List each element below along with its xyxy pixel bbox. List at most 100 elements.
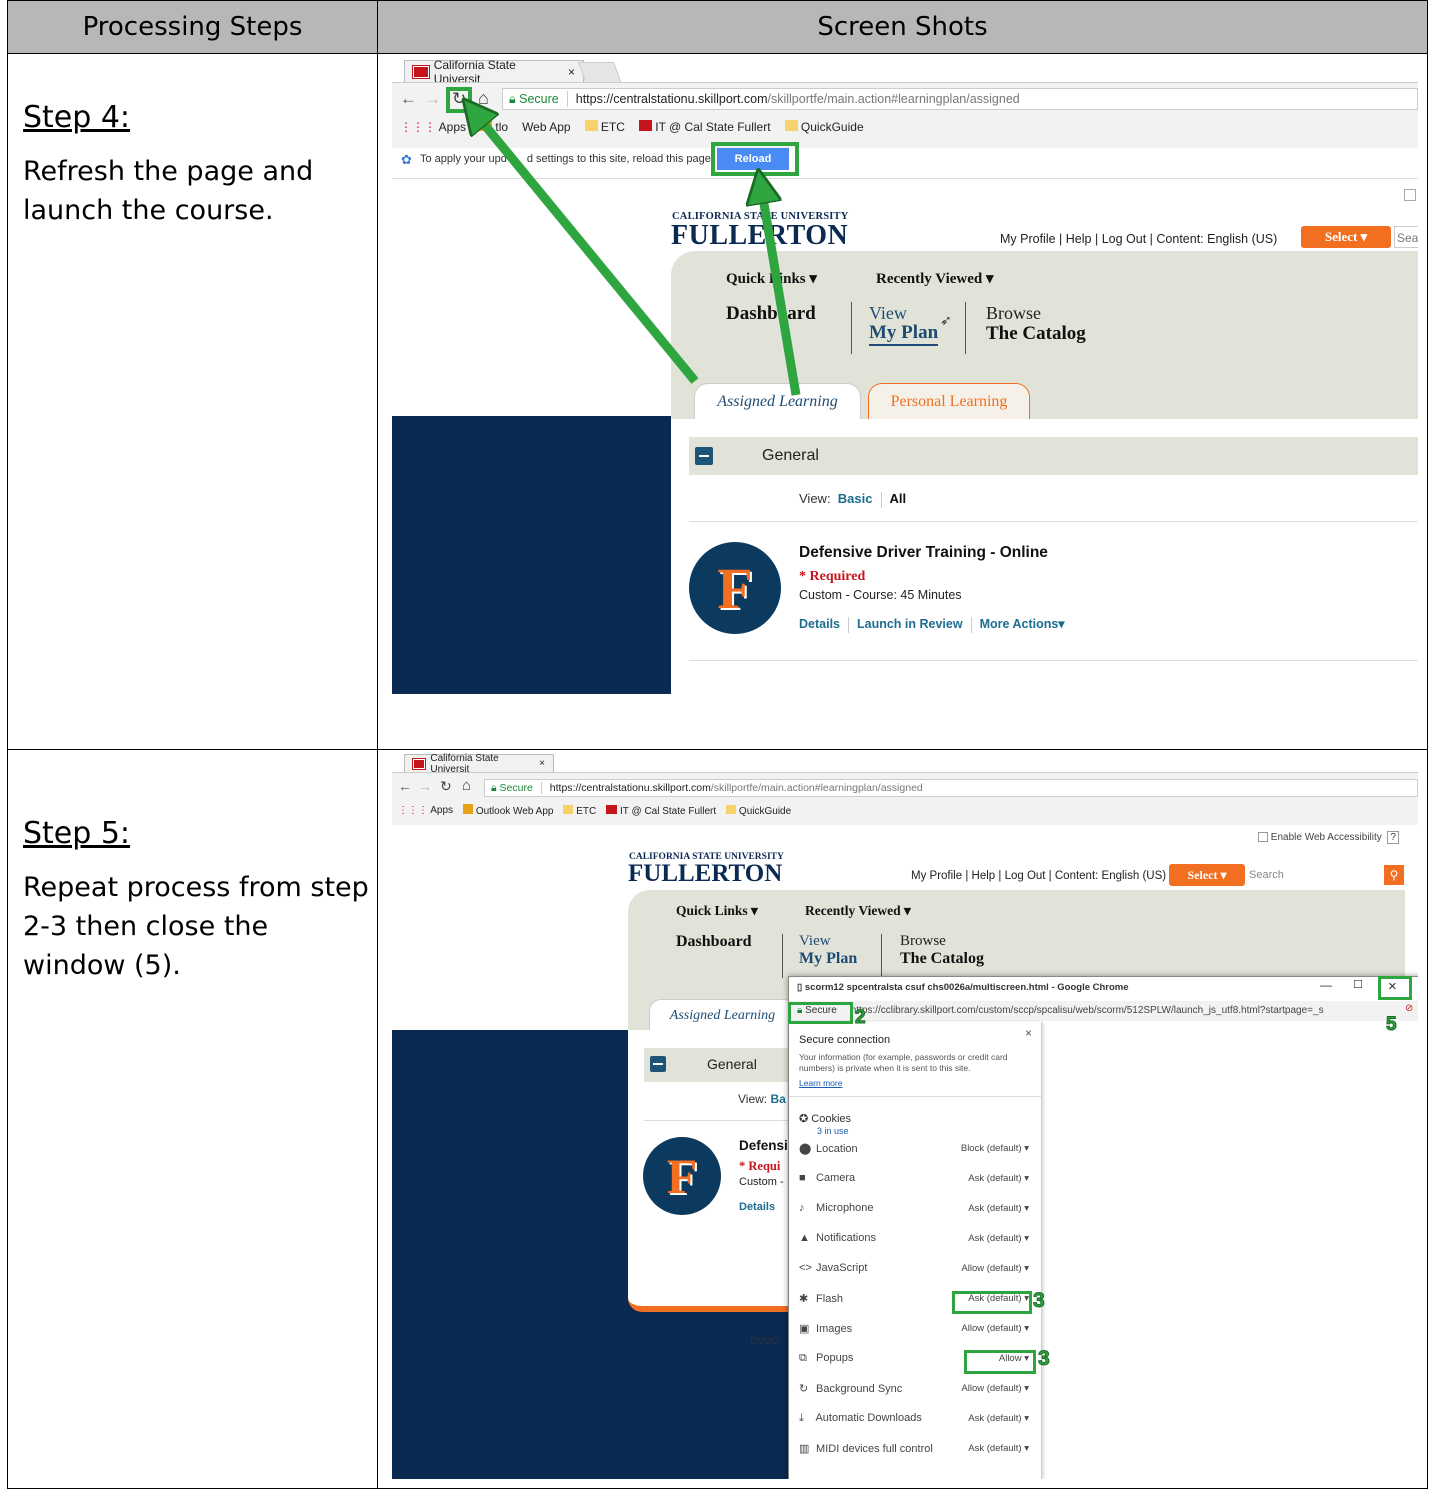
recently-viewed-menu[interactable]: Recently Viewed ▾ bbox=[805, 903, 911, 919]
accessibility-checkbox[interactable] bbox=[1258, 832, 1268, 843]
course-logo-icon: F bbox=[643, 1137, 721, 1215]
popup-address-bar[interactable]: 🔒︎ Secure https://cclibrary.skillport.co… bbox=[789, 1001, 1418, 1021]
learn-more-link[interactable]: Learn more bbox=[799, 1078, 842, 1088]
browser-tab[interactable]: California State Universit × bbox=[404, 753, 554, 775]
details-link[interactable]: Details bbox=[739, 1201, 775, 1213]
callout-secure bbox=[788, 1002, 853, 1024]
permission-label: Flash bbox=[813, 1293, 843, 1305]
bookmark-quickguide[interactable]: QuickGuide bbox=[726, 804, 792, 817]
nav-view-label[interactable]: View bbox=[799, 933, 831, 950]
csuf-logo-big: FULLERTON bbox=[628, 860, 783, 887]
search-button[interactable]: ⚲ bbox=[1384, 865, 1404, 885]
view-filter-label: View: bbox=[738, 1092, 768, 1106]
select-button[interactable]: Select ▾ bbox=[1169, 864, 1245, 886]
view-basic-link[interactable]: Ba bbox=[770, 1092, 785, 1106]
course-title[interactable]: Defensi bbox=[739, 1138, 788, 1153]
bookmark-quickguide-label: QuickGuide bbox=[738, 805, 792, 817]
panel-title: Secure connection bbox=[799, 1034, 891, 1046]
maximize-icon[interactable]: ☐ bbox=[1353, 978, 1363, 991]
cookies-row[interactable]: ✪ Cookies bbox=[799, 1112, 851, 1125]
nav-my-plan[interactable]: My Plan bbox=[799, 950, 857, 968]
permission-select[interactable]: Block (default) ▾ bbox=[961, 1143, 1029, 1154]
permission-label-group: ▣ Images bbox=[799, 1322, 852, 1335]
permission-label: Background Sync bbox=[813, 1383, 903, 1395]
popup-title: scorm12 spcentralsta csuf chs0026a/multi… bbox=[804, 982, 1129, 993]
callout-number-3b: 3 bbox=[1038, 1347, 1051, 1371]
folder-icon bbox=[563, 804, 574, 814]
home-icon[interactable]: ⌂ bbox=[462, 777, 471, 794]
bookmark-outlook-label: Outlook Web App bbox=[475, 806, 554, 817]
tab-assigned-learning[interactable]: Assigned Learning bbox=[649, 999, 796, 1032]
enable-accessibility[interactable]: Enable Web Accessibility ? bbox=[1258, 831, 1399, 844]
reload-icon[interactable]: ↻ bbox=[440, 778, 452, 795]
step4-title: Step 4: bbox=[23, 100, 131, 135]
search-input[interactable]: Search bbox=[1249, 864, 1379, 886]
panel-close-icon[interactable]: × bbox=[1025, 1026, 1032, 1040]
permission-select[interactable]: Ask (default) ▾ bbox=[968, 1203, 1029, 1214]
header-steps-label: Processing Steps bbox=[82, 12, 303, 42]
panel-divider bbox=[789, 1096, 1041, 1097]
bookmark-etc[interactable]: ETC bbox=[563, 804, 596, 817]
nav-divider bbox=[782, 934, 783, 978]
course-meta: Custom - bbox=[739, 1176, 784, 1188]
header-processing-steps: Processing Steps bbox=[7, 0, 378, 54]
page-icon: ▯ bbox=[797, 982, 805, 993]
bookmark-it-label: IT @ Cal State Fullert bbox=[620, 805, 717, 817]
quick-links-menu[interactable]: Quick Links ▾ bbox=[676, 903, 758, 919]
permission-select[interactable]: Ask (default) ▾ bbox=[968, 1173, 1029, 1184]
step5-text-line2: 2-3 then close the bbox=[23, 911, 269, 942]
permission-select[interactable]: Ask (default) ▾ bbox=[968, 1443, 1029, 1454]
permission-label-group: ♪ Microphone bbox=[799, 1202, 874, 1214]
my-profile-link[interactable]: My Profile bbox=[911, 870, 962, 882]
step5-text-cell bbox=[7, 749, 378, 1489]
screenshot-step4: California State Universit × ← → ↻ ⌂ 🔒︎ … bbox=[392, 58, 1418, 694]
collapse-icon[interactable] bbox=[650, 1056, 666, 1072]
permission-label: Images bbox=[813, 1323, 853, 1335]
bookmark-apps[interactable]: ⋮⋮⋮ Apps bbox=[398, 805, 453, 816]
content-language-link[interactable]: Content: English (US) bbox=[1055, 870, 1166, 882]
nav-dashboard[interactable]: Dashboard bbox=[676, 933, 752, 951]
required-label: * Requi bbox=[739, 1159, 781, 1173]
nav-browse-label[interactable]: Browse bbox=[900, 933, 946, 950]
javascript-icon: <> bbox=[799, 1262, 812, 1274]
permission-label-group: ■ Camera bbox=[799, 1172, 855, 1184]
cookies-sub[interactable]: 3 in use bbox=[817, 1126, 849, 1136]
bookmark-outlook[interactable]: Outlook Web App bbox=[463, 804, 553, 817]
step5-title: Step 5: bbox=[23, 816, 131, 851]
midi-icon: ▥ bbox=[799, 1443, 810, 1455]
address-separator bbox=[540, 782, 542, 794]
permission-label-group: ✱ Flash bbox=[799, 1292, 843, 1305]
help-link[interactable]: Help bbox=[972, 870, 996, 882]
back-icon[interactable]: ← bbox=[398, 778, 412, 794]
arrow-to-reload-icon bbox=[474, 112, 699, 384]
permission-label: Automatic Downloads bbox=[813, 1412, 922, 1424]
callout-popups bbox=[964, 1350, 1036, 1374]
step4-text-line1: Refresh the page and bbox=[23, 156, 314, 187]
forward-icon[interactable]: → bbox=[418, 778, 432, 794]
tab-close-icon[interactable]: × bbox=[539, 758, 545, 769]
camera-icon: ■ bbox=[799, 1172, 806, 1184]
log-out-link[interactable]: Log Out bbox=[1005, 870, 1046, 882]
flash-icon: ✱ bbox=[799, 1293, 809, 1305]
permission-select[interactable]: Ask (default) ▾ bbox=[968, 1413, 1029, 1424]
nav-the-catalog[interactable]: The Catalog bbox=[900, 950, 984, 968]
permission-row: ▲ Notifications Ask (default) ▾ bbox=[799, 1232, 1029, 1244]
bookmark-it[interactable]: IT @ Cal State Fullert bbox=[606, 804, 717, 817]
csuf-favicon-icon bbox=[411, 757, 427, 770]
downloads-icon: ⤓ bbox=[799, 1412, 804, 1424]
microphone-icon: ♪ bbox=[799, 1202, 805, 1214]
help-icon[interactable]: ? bbox=[1387, 831, 1399, 844]
step5-text-line1: Repeat process from step bbox=[23, 872, 369, 903]
url-host: https://centralstationu.skillport.com bbox=[549, 782, 711, 794]
permission-select[interactable]: Ask (default) ▾ bbox=[968, 1233, 1029, 1244]
popups-icon: ⧉ bbox=[799, 1352, 807, 1364]
minimize-icon[interactable]: — bbox=[1320, 978, 1332, 992]
background-sync-icon: ↻ bbox=[799, 1383, 809, 1395]
blocked-icon[interactable]: ⊘ bbox=[1405, 1003, 1413, 1014]
address-bar[interactable]: 🔒︎ Secure https://centralstationu.skillp… bbox=[484, 779, 1418, 797]
permission-select[interactable]: Allow (default) ▾ bbox=[961, 1263, 1029, 1274]
permission-select[interactable]: Allow (default) ▾ bbox=[961, 1383, 1029, 1394]
tab-assigned-learning-label: Assigned Learning bbox=[669, 1008, 776, 1023]
permission-select[interactable]: Allow (default) ▾ bbox=[961, 1323, 1029, 1334]
step4-text: Refresh the page and launch the course. bbox=[23, 152, 313, 230]
